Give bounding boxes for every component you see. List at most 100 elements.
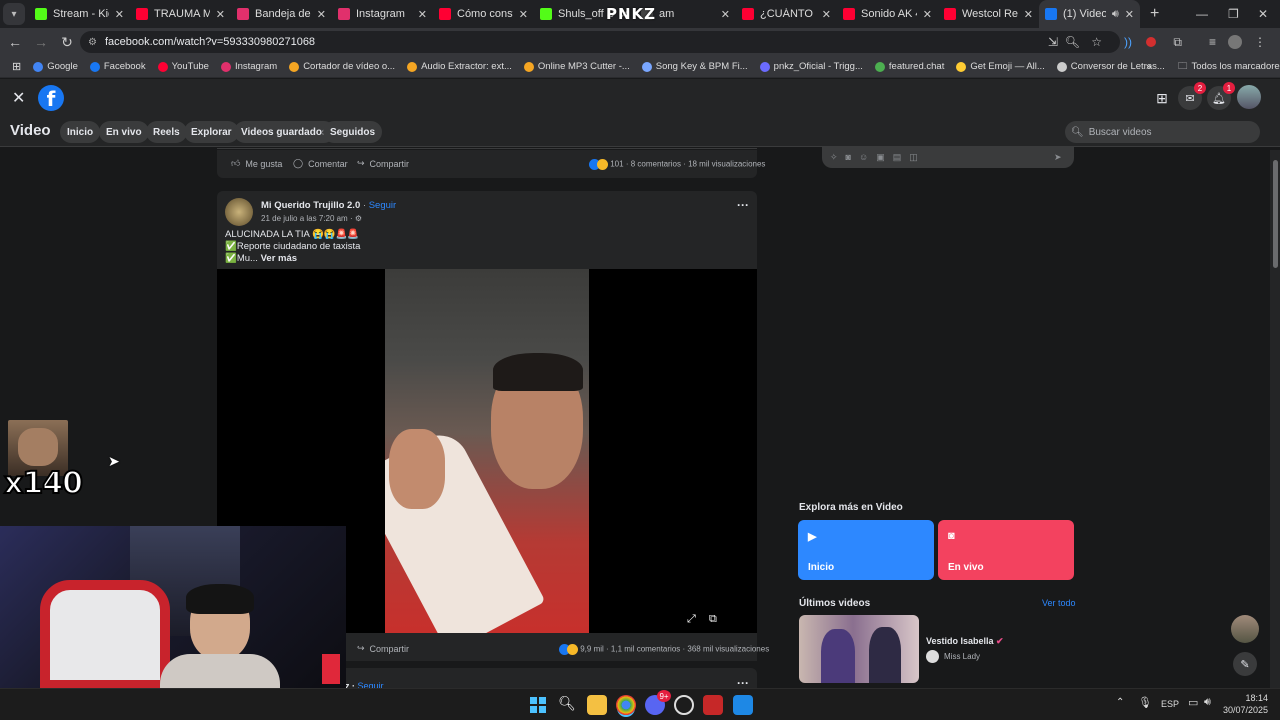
bookmark-star-icon[interactable]: ☆	[1091, 35, 1102, 49]
sticker-icon[interactable]: ◫	[909, 152, 918, 163]
browser-tab[interactable]: Sonido AK 47 ✕	[837, 0, 938, 28]
calculator-icon[interactable]	[733, 695, 753, 715]
bookmark-item[interactable]: Facebook	[84, 61, 152, 72]
see-all-link[interactable]: Ver todo	[1042, 598, 1076, 608]
menu-grid-icon[interactable]: ⊞	[1150, 86, 1174, 110]
search-video-field[interactable]: 🔍︎ Buscar videos	[1065, 121, 1260, 143]
profile-avatar[interactable]	[1228, 35, 1242, 49]
volume-icon[interactable]: 🔊︎	[1204, 696, 1211, 709]
account-avatar[interactable]	[1237, 85, 1261, 109]
bookmark-item[interactable]: Google	[27, 61, 84, 72]
nav-en-vivo[interactable]: En vivo	[99, 121, 149, 143]
reaction-count[interactable]: 101	[610, 160, 623, 169]
scrollbar-thumb[interactable]	[1273, 160, 1278, 268]
tab-audio-icon[interactable]: 🔊︎	[1112, 8, 1119, 21]
browser-tab[interactable]: TRAUMA MAR ✕	[130, 0, 231, 28]
tab-close-icon[interactable]: ✕	[317, 8, 326, 21]
all-bookmarks[interactable]: 🗀 Todos los marcadores	[1172, 59, 1280, 75]
tab-search-button[interactable]: ▾	[3, 3, 25, 25]
latest-video-title[interactable]: Vestido Isabella ✔	[926, 636, 1004, 647]
reaction-count[interactable]: 9,9 mil	[580, 645, 604, 654]
browser-tab[interactable]: Bandeja de ent ✕	[231, 0, 332, 28]
tray-overflow-icon[interactable]: ⌃	[1116, 697, 1124, 708]
camera-icon[interactable]: ◙	[846, 152, 851, 162]
latest-video-channel[interactable]: Miss Lady	[926, 650, 980, 663]
send-icon[interactable]: ➤	[1054, 152, 1062, 163]
tab-close-icon[interactable]: ✕	[216, 8, 225, 21]
bookmark-item[interactable]: pnkz_Oficial - Trigg...	[754, 61, 869, 72]
post-share-button[interactable]: ↪ Compartir	[357, 643, 409, 654]
nav-inicio[interactable]: Inicio	[60, 121, 101, 143]
zoom-icon[interactable]: 🔍︎	[1065, 35, 1080, 49]
page-scrollbar[interactable]	[1270, 150, 1280, 688]
close-window-button[interactable]: ✕	[1258, 0, 1268, 28]
share-button[interactable]: ↪ Compartir	[357, 158, 409, 169]
bookmark-item[interactable]: Instagram	[215, 61, 283, 72]
browser-tab[interactable]: Westcol Respo ✕	[938, 0, 1039, 28]
tab-close-icon[interactable]: ✕	[519, 8, 528, 21]
nav-seguidos[interactable]: Seguidos	[323, 121, 383, 143]
taskbar-search-icon[interactable]: 🔍︎	[557, 695, 577, 715]
start-button[interactable]	[528, 695, 548, 715]
like-button[interactable]: 👍︎ Me gusta	[231, 158, 282, 169]
tab-close-icon[interactable]: ✕	[923, 8, 932, 21]
address-bar[interactable]: ⚙ facebook.com/watch?v=593330980271068	[80, 31, 1120, 53]
close-icon[interactable]: ✕	[12, 88, 25, 108]
explore-card-inicio[interactable]: ▶ Inicio	[798, 520, 934, 580]
bookmark-item[interactable]: Cortador de vídeo o...	[283, 61, 401, 72]
notifications-button[interactable]: 🔔︎ 1	[1207, 82, 1235, 110]
install-app-icon[interactable]: ⇲	[1048, 35, 1058, 49]
browser-tab[interactable]: Stream - Kick D ✕	[29, 0, 130, 28]
page-avatar[interactable]	[225, 198, 253, 226]
microphone-icon[interactable]: 🎙︎	[1138, 696, 1152, 709]
browser-tab[interactable]: ¿CUÁNTO VAL ✕	[736, 0, 837, 28]
minimize-button[interactable]: —	[1196, 0, 1208, 28]
gif-icon[interactable]: ▤	[893, 152, 902, 163]
bookmark-item[interactable]: featured.chat	[869, 61, 950, 72]
pip-icon[interactable]: ⧉	[709, 613, 717, 626]
bookmark-item[interactable]: YouTube	[152, 61, 215, 72]
app-icon[interactable]	[703, 695, 723, 715]
comment-composer[interactable]: ✧ ◙ ☺ ▣ ▤ ◫ ➤	[822, 146, 1074, 168]
network-icon[interactable]: ▭	[1188, 696, 1198, 709]
browser-tab[interactable]: Cómo constru ✕	[433, 0, 534, 28]
file-explorer-icon[interactable]	[587, 695, 607, 715]
latest-video-thumbnail[interactable]	[799, 615, 919, 683]
explore-card-en-vivo[interactable]: ◙ En vivo	[938, 520, 1074, 580]
comment-button[interactable]: ◯ Comentar	[293, 158, 348, 169]
reload-button[interactable]: ↻	[54, 34, 80, 51]
menu-icon[interactable]: ⋮	[1254, 35, 1266, 49]
language-indicator[interactable]: ESP	[1161, 699, 1179, 709]
nav-explorar[interactable]: Explorar	[184, 121, 239, 143]
see-more-link[interactable]: Ver más	[261, 253, 297, 264]
discord-icon[interactable]: 9+	[645, 690, 671, 715]
messenger-button[interactable]: ✉ 2	[1178, 82, 1206, 110]
extensions-icon[interactable]: ⧉	[1173, 35, 1182, 50]
extension-red-icon[interactable]	[1146, 37, 1156, 47]
follow-button[interactable]: Seguir	[369, 200, 396, 211]
bookmark-item[interactable]: Conversor de Letras...	[1051, 61, 1171, 72]
tab-close-icon[interactable]: ✕	[115, 8, 124, 21]
tab-close-icon[interactable]: ✕	[1024, 8, 1033, 21]
bookmark-item[interactable]: Online MP3 Cutter -...	[518, 61, 636, 72]
browser-tab[interactable]: Instagram ✕	[332, 0, 433, 28]
comment-count[interactable]: 8 comentarios	[631, 160, 681, 169]
site-info-icon[interactable]: ⚙	[88, 37, 97, 48]
obs-icon[interactable]	[674, 695, 694, 715]
floating-avatar[interactable]	[1231, 615, 1259, 643]
post-options-icon[interactable]: ···	[737, 198, 749, 212]
comment-count[interactable]: 1,1 mil comentarios	[611, 645, 680, 654]
bookmark-item[interactable]: Audio Extractor: ext...	[401, 61, 518, 72]
apps-icon[interactable]: ⊞	[0, 60, 27, 73]
tab-close-icon[interactable]: ✕	[822, 8, 831, 21]
tab-close-icon[interactable]: ✕	[1125, 8, 1134, 21]
bookmark-item[interactable]: Get Emoji — All...	[950, 61, 1050, 72]
tab-close-icon[interactable]: ✕	[418, 8, 427, 21]
fullscreen-icon[interactable]: ⤢	[687, 613, 696, 626]
new-message-button[interactable]: ✎	[1233, 652, 1257, 676]
chrome-taskbar-icon[interactable]	[616, 695, 636, 715]
facebook-logo[interactable]: f	[38, 85, 64, 111]
clock[interactable]: 18:14 30/07/2025	[1222, 692, 1268, 716]
maximize-button[interactable]: ❐	[1228, 0, 1239, 28]
media-control-icon[interactable]: ≡	[1209, 35, 1216, 49]
